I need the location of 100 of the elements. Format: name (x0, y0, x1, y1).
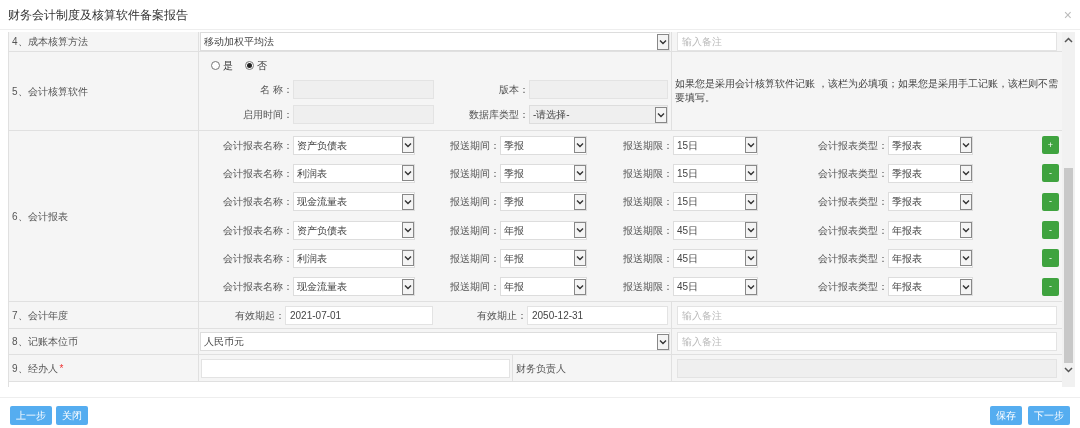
dropdown-chevron-icon[interactable] (745, 137, 757, 154)
dropdown-chevron-icon[interactable] (745, 250, 757, 267)
field-label: 报送期间： (449, 280, 500, 295)
input-field[interactable]: 2021-07-01 (285, 305, 433, 325)
dropdown-chevron-icon[interactable] (574, 278, 586, 295)
select-field[interactable]: 年报表 (888, 277, 973, 297)
select-field[interactable]: 年报 (500, 248, 587, 268)
dropdown-chevron-icon[interactable] (657, 33, 669, 50)
dropdown-chevron-icon[interactable] (745, 193, 757, 210)
field-label: 会计报表类型： (817, 223, 888, 238)
field-label: 会计报表名称： (222, 167, 293, 181)
dropdown-chevron-icon[interactable] (574, 222, 586, 239)
select-field[interactable]: 人民币元 (200, 332, 670, 351)
dropdown-chevron-icon[interactable] (745, 222, 757, 239)
select-field[interactable]: 资产负债表 (293, 220, 415, 240)
select-field[interactable]: -请选择- (529, 105, 668, 124)
field-label: 报送期间： (449, 223, 500, 238)
field-label: 版本： (498, 82, 529, 97)
row-label: 5、会计核算软件 (12, 84, 88, 99)
select-field[interactable]: 45日 (673, 248, 758, 268)
select-field[interactable]: 年报表 (888, 248, 973, 268)
select-field[interactable]: 季报 (500, 135, 587, 155)
field-label: 会计报表类型： (817, 167, 888, 181)
dropdown-chevron-icon[interactable] (402, 250, 414, 267)
dropdown-chevron-icon[interactable] (745, 165, 757, 182)
dropdown-chevron-icon[interactable] (960, 137, 972, 154)
field-label: 财务负责人 (516, 361, 566, 376)
field-label: 会计报表类型： (817, 195, 888, 210)
input-field[interactable]: 输入备注 (677, 32, 1057, 51)
select-field[interactable]: 年报 (500, 220, 587, 240)
row-label: 9、经办人 (12, 361, 58, 376)
field-label: 有效期起： (234, 308, 285, 323)
select-field[interactable]: 年报表 (888, 220, 973, 240)
scroll-down-icon[interactable] (1064, 367, 1073, 373)
select-field[interactable]: 年报 (500, 277, 587, 297)
field-label: 报送期限： (622, 167, 673, 181)
dropdown-chevron-icon[interactable] (657, 333, 669, 350)
field-label: 报送期间： (449, 138, 500, 153)
field-label: 会计报表类型： (817, 138, 888, 153)
field-label: 会计报表名称： (222, 195, 293, 210)
dropdown-chevron-icon[interactable] (960, 193, 972, 210)
field-label: 报送期限： (622, 195, 673, 210)
field-label: 启用时间： (242, 108, 293, 122)
field-label: 会计报表名称： (222, 223, 293, 238)
field-label: 会计报表类型： (817, 280, 888, 295)
dropdown-chevron-icon[interactable] (574, 193, 586, 210)
note-text: 如果您是采用会计核算软件记账 ，该栏为必填项；如果您是采用手工记账，该栏则不需要填写。 (675, 77, 1058, 105)
dropdown-chevron-icon[interactable] (960, 222, 972, 239)
radio-option[interactable]: 是 (211, 58, 233, 73)
select-field[interactable]: 15日 (673, 192, 758, 212)
field-label: 名 称： (259, 82, 293, 97)
select-field[interactable]: 季报 (500, 192, 587, 212)
dropdown-chevron-icon[interactable] (574, 250, 586, 267)
field-label: 会计报表类型： (817, 251, 888, 266)
scrollbar[interactable] (1062, 32, 1075, 387)
select-field[interactable]: 资产负债表 (293, 135, 415, 155)
input-field[interactable]: 输入备注 (677, 305, 1057, 325)
input-field[interactable] (201, 358, 510, 378)
select-field[interactable]: 季报 (500, 164, 587, 183)
dropdown-chevron-icon[interactable] (402, 165, 414, 182)
field-label: 报送期间： (449, 251, 500, 266)
select-field[interactable]: 45日 (673, 220, 758, 240)
dropdown-chevron-icon[interactable] (960, 250, 972, 267)
field-label: 报送期限： (622, 223, 673, 238)
select-field[interactable]: 季报表 (888, 135, 973, 155)
field-label: 报送期间： (449, 195, 500, 210)
select-field[interactable]: 15日 (673, 135, 758, 155)
dropdown-chevron-icon[interactable] (574, 137, 586, 154)
dropdown-chevron-icon[interactable] (960, 278, 972, 295)
field-label: 报送期限： (622, 251, 673, 266)
field-label: 会计报表名称： (222, 251, 293, 266)
field-label: 报送期限： (622, 280, 673, 295)
radio-option[interactable]: 否 (245, 58, 267, 73)
row-label: 7、会计年度 (12, 308, 68, 323)
dropdown-chevron-icon[interactable] (655, 106, 667, 123)
field-label: 报送期间： (449, 167, 500, 181)
row-label: 6、会计报表 (12, 209, 68, 224)
input-field[interactable]: 输入备注 (677, 332, 1057, 351)
scrollbar-thumb[interactable] (1064, 167, 1073, 363)
select-field[interactable]: 移动加权平均法 (200, 32, 670, 51)
select-field[interactable]: 季报表 (888, 192, 973, 212)
select-field[interactable]: 季报表 (888, 164, 973, 183)
dropdown-chevron-icon[interactable] (745, 278, 757, 295)
dropdown-chevron-icon[interactable] (402, 193, 414, 210)
select-field[interactable]: 现金流量表 (293, 192, 415, 212)
dialog-title: 财务会计制度及核算软件备案报告 (8, 6, 188, 24)
dropdown-chevron-icon[interactable] (402, 278, 414, 295)
select-field[interactable]: 利润表 (293, 248, 415, 268)
scroll-up-icon[interactable] (1064, 37, 1073, 43)
input-field[interactable]: 2050-12-31 (527, 305, 668, 325)
field-label: 报送期限： (622, 138, 673, 153)
dropdown-chevron-icon[interactable] (402, 137, 414, 154)
dropdown-chevron-icon[interactable] (574, 165, 586, 182)
dropdown-chevron-icon[interactable] (402, 222, 414, 239)
field-label: 会计报表名称： (222, 280, 293, 295)
select-field[interactable]: 15日 (673, 164, 758, 183)
select-field[interactable]: 现金流量表 (293, 277, 415, 297)
select-field[interactable]: 45日 (673, 277, 758, 297)
select-field[interactable]: 利润表 (293, 164, 415, 183)
dropdown-chevron-icon[interactable] (960, 165, 972, 182)
